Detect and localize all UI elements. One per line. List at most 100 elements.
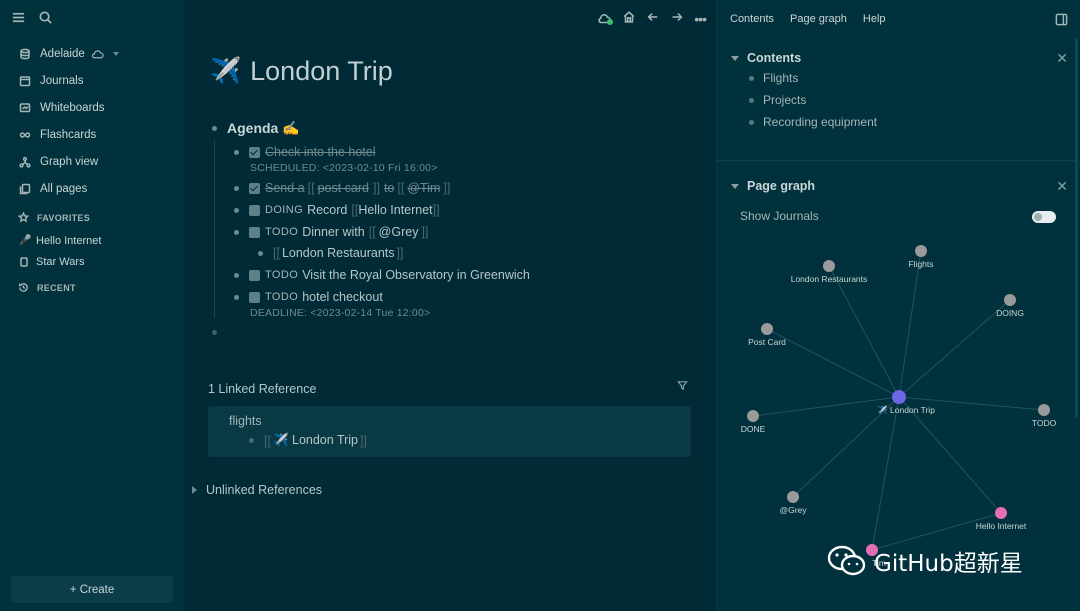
page-ref-london-trip[interactable]: ✈️ London Trip (273, 433, 358, 448)
graph-edge (871, 396, 900, 551)
block-empty[interactable] (212, 330, 227, 335)
block-bullet[interactable] (212, 126, 217, 131)
task-marker[interactable]: TODO (265, 269, 298, 281)
sidebar-item-label: Journals (40, 74, 84, 87)
page-ref-hello-internet[interactable]: Hello Internet (358, 203, 432, 217)
done-checkbox[interactable] (249, 182, 260, 194)
page-ref-london-restaurants[interactable]: London Restaurants (282, 246, 395, 260)
linked-ref-block[interactable]: [[✈️ London Trip]] (249, 433, 367, 448)
block-bullet[interactable] (234, 229, 239, 235)
page-ref-grey[interactable]: @Grey (379, 225, 419, 239)
block-bullet[interactable] (249, 438, 254, 443)
favorites-section-header[interactable]: FAVORITES (0, 206, 184, 230)
favorite-item-star-wars[interactable]: Star Wars (0, 251, 184, 272)
graph-node-label: TODO (1032, 418, 1057, 428)
sidebar-item-graph-view[interactable]: Graph view (0, 148, 184, 175)
page-title[interactable]: ✈️ London Trip (210, 56, 393, 87)
page-ref-tim[interactable]: @Tim (407, 181, 440, 195)
task-checkbox[interactable] (249, 226, 260, 238)
sidebar-item-label: Whiteboards (40, 101, 105, 114)
graph-node[interactable] (747, 410, 759, 422)
block-record[interactable]: DOING Record [[Hello Internet]] (234, 203, 440, 217)
contents-item[interactable]: Flights (749, 71, 798, 85)
calendar-icon (18, 74, 32, 88)
tab-page-graph[interactable]: Page graph (790, 13, 847, 25)
task-checkbox[interactable] (249, 204, 260, 216)
block-bullet[interactable] (234, 185, 239, 191)
sidebar-item-whiteboards[interactable]: Whiteboards (0, 94, 184, 121)
task-checkbox[interactable] (249, 291, 260, 303)
sidebar-item-all-pages[interactable]: All pages (0, 175, 184, 202)
linked-page-link[interactable]: flights (229, 414, 262, 428)
contents-item[interactable]: Projects (749, 93, 806, 107)
block-london-restaurants[interactable]: [[London Restaurants]] (258, 246, 404, 260)
show-journals-label: Show Journals (740, 209, 819, 223)
back-arrow-icon[interactable] (646, 10, 660, 27)
block-check-hotel[interactable]: Check into the hotel (234, 145, 376, 159)
sidebar-item-flashcards[interactable]: Flashcards (0, 121, 184, 148)
graph-node[interactable] (915, 245, 927, 257)
graph-edge (828, 265, 900, 398)
task-checkbox[interactable] (249, 269, 260, 281)
close-icon[interactable]: ✕ (1056, 178, 1068, 195)
page-graph-section-header[interactable]: Page graph (731, 179, 815, 193)
page-icon (19, 256, 31, 267)
block-bullet[interactable] (234, 272, 239, 278)
whiteboard-icon (18, 101, 32, 115)
scrollbar[interactable] (1075, 38, 1078, 418)
contents-section-header[interactable]: Contents (731, 51, 801, 65)
graph-node[interactable] (1038, 404, 1050, 416)
done-checkbox[interactable] (249, 146, 260, 158)
filter-icon[interactable] (677, 380, 688, 391)
block-bullet[interactable] (234, 294, 239, 300)
caret-down-icon (731, 183, 739, 189)
forward-arrow-icon[interactable] (670, 10, 684, 27)
task-marker[interactable]: DOING (265, 204, 303, 216)
wechat-icon (826, 545, 868, 577)
sync-cloud-icon[interactable] (596, 12, 614, 26)
favorite-label: Star Wars (36, 255, 85, 268)
block-bullet[interactable] (258, 250, 263, 256)
left-sidebar: Adelaide Journals Whiteboards Flashcards… (0, 0, 184, 611)
close-icon[interactable]: ✕ (1056, 50, 1068, 67)
search-icon[interactable] (38, 10, 53, 28)
recent-section-header[interactable]: RECENT (0, 276, 184, 300)
block-dinner[interactable]: TODO Dinner with [[@Grey]] (234, 225, 428, 239)
block-agenda[interactable]: Agenda ✍️ (212, 120, 300, 137)
page-ref-post-card[interactable]: post card (318, 181, 369, 195)
graph-node[interactable] (823, 260, 835, 272)
graph-name: Adelaide (40, 47, 85, 60)
more-icon[interactable]: ••• (694, 11, 707, 27)
graph-node[interactable] (892, 390, 906, 404)
favorite-item-hello-internet[interactable]: 🎤 Hello Internet (0, 230, 184, 251)
graph-node-label: ✈️ London Trip (877, 405, 935, 415)
graph-selector[interactable]: Adelaide (0, 40, 184, 67)
block-bullet[interactable] (234, 207, 239, 213)
graph-edge (898, 299, 1011, 398)
block-send-postcard[interactable]: Send a [[post card]] to [[@Tim]] (234, 181, 450, 195)
database-icon (18, 47, 32, 61)
block-royal-observatory[interactable]: TODO Visit the Royal Observatory in Gree… (234, 268, 530, 282)
create-button[interactable]: + Create (11, 576, 173, 603)
task-marker[interactable]: TODO (265, 226, 298, 238)
show-journals-toggle[interactable] (1032, 211, 1056, 223)
home-icon[interactable] (622, 10, 636, 27)
graph-node[interactable] (1004, 294, 1016, 306)
tab-help[interactable]: Help (863, 13, 886, 25)
block-bullet[interactable] (212, 330, 217, 335)
caret-right-icon (192, 486, 197, 494)
tab-contents[interactable]: Contents (730, 13, 774, 25)
block-bullet[interactable] (234, 149, 239, 155)
task-marker[interactable]: TODO (265, 291, 298, 303)
block-hotel-checkout[interactable]: TODO hotel checkout (234, 290, 383, 304)
graph-node[interactable] (787, 491, 799, 503)
toggle-sidebar-icon[interactable] (1055, 13, 1068, 29)
graph-node[interactable] (995, 507, 1007, 519)
menu-icon[interactable] (11, 10, 26, 28)
sidebar-item-journals[interactable]: Journals (0, 67, 184, 94)
scheduled-meta: SCHEDULED: <2023-02-10 Fri 16:00> (250, 162, 438, 174)
unlinked-references-toggle[interactable]: Unlinked References (192, 483, 322, 497)
contents-item[interactable]: Recording equipment (749, 115, 877, 129)
graph-node[interactable] (761, 323, 773, 335)
graph-node-label: Post Card (748, 337, 786, 347)
